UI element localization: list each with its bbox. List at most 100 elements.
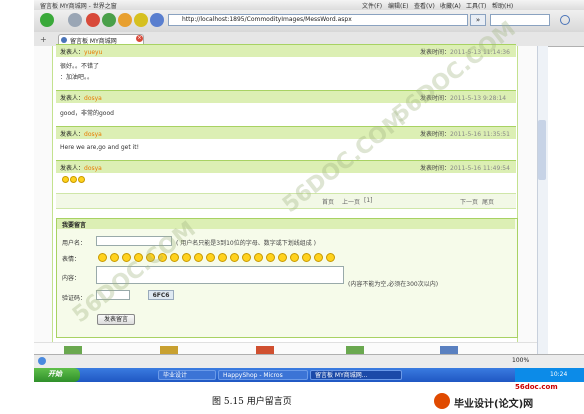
taskbar-item[interactable]: 毕业设计 (158, 370, 216, 380)
message-text: ：加油吧。。 (60, 74, 94, 81)
pager-prev[interactable]: 上一页 (342, 197, 360, 206)
page-favicon-icon (61, 37, 67, 43)
author-label: 发表人： (60, 49, 85, 56)
author-name: dosya (84, 95, 102, 102)
submit-message-button[interactable]: 发表留言 (97, 314, 135, 325)
time-label: 发表时间： (420, 49, 451, 56)
message-header: 发表人：dosya 发表时间：2011-5-16 11:35:51 (56, 126, 516, 139)
go-button[interactable]: » (470, 14, 486, 26)
emoji-option-icon[interactable] (218, 253, 227, 262)
pager-bar (56, 193, 516, 209)
emoji-option-icon[interactable] (170, 253, 179, 262)
taskbar-item[interactable]: HappyShop - Micros (218, 370, 308, 380)
category-icon (346, 346, 364, 354)
captcha-input[interactable] (96, 290, 130, 300)
emoji-option-icon[interactable] (254, 253, 263, 262)
author-label: 发表人： (60, 131, 85, 138)
emoji-option-icon[interactable] (302, 253, 311, 262)
smiley-icon (78, 176, 85, 183)
form-header (57, 219, 515, 229)
emoji-option-icon[interactable] (158, 253, 167, 262)
windows-taskbar (34, 368, 584, 382)
site-watermark-tag: 56doc.com (515, 383, 558, 391)
time-label: 发表时间： (420, 95, 451, 102)
category-icon (64, 346, 82, 354)
clock: 10:24 (550, 371, 568, 378)
username-hint: ( 用户名只能是3到10位的字母、数字或下划线组成 ) (176, 240, 316, 247)
emoji-option-icon[interactable] (290, 253, 299, 262)
back-icon[interactable] (40, 13, 54, 27)
category-icon (440, 346, 458, 354)
zoom-level[interactable]: 100% (512, 357, 529, 364)
brand-name: 毕业设计(论文)网 (454, 399, 534, 410)
form-title: 我要留言 (62, 222, 87, 229)
content-hint: (内容不能为空,必须在300次以内) (348, 281, 439, 288)
emoji-option-icon[interactable] (314, 253, 323, 262)
search-input[interactable] (490, 14, 550, 26)
username-input[interactable] (96, 236, 172, 246)
emoji-option-icon[interactable] (266, 253, 275, 262)
home-icon[interactable] (118, 13, 132, 27)
emoji-option-icon[interactable] (206, 253, 215, 262)
emoji-option-icon[interactable] (110, 253, 119, 262)
start-button[interactable]: 开始 (34, 368, 80, 382)
emoji-option-icon[interactable] (122, 253, 131, 262)
author-name: dosya (84, 131, 102, 138)
forward-icon[interactable] (68, 13, 82, 27)
captcha-label: 验证码： (62, 295, 87, 302)
smiley-icon (70, 176, 77, 183)
close-tab-icon[interactable]: × (136, 35, 143, 42)
pager-current: [1] (364, 197, 373, 204)
emoji-option-icon[interactable] (278, 253, 287, 262)
pager-next[interactable]: 下一页 (460, 197, 478, 206)
message-text: good，非常的good (60, 110, 114, 117)
page-icon[interactable] (150, 13, 164, 27)
brand-logo-icon (434, 393, 450, 409)
message-text: Here we are,go and get it! (60, 144, 140, 151)
new-tab-icon[interactable]: + (40, 35, 47, 44)
time-label: 发表时间： (420, 131, 451, 138)
scrollbar-thumb[interactable] (538, 120, 546, 180)
emoji-option-icon[interactable] (98, 253, 107, 262)
content-textarea[interactable] (96, 266, 344, 284)
menu-favorites[interactable]: 收藏(A) (440, 1, 461, 10)
author-name: dosya (84, 165, 102, 172)
search-icon[interactable] (560, 15, 570, 25)
post-time: 2011-5-16 11:35:51 (450, 131, 510, 138)
menu-tools[interactable]: 工具(T) (466, 1, 486, 10)
vertical-scrollbar[interactable] (537, 46, 548, 354)
figure-caption: 图 5.15 用户留言页 (212, 397, 292, 407)
post-time: 2011-5-13 11:14:36 (450, 49, 510, 56)
author-name: yueyu (84, 49, 103, 56)
author-label: 发表人： (60, 165, 85, 172)
stop-icon[interactable] (86, 13, 100, 27)
menu-file[interactable]: 文件(F) (362, 1, 382, 10)
content-label: 内容： (62, 275, 81, 282)
window-title: 留言板 MY商城网 - 世界之窗 (40, 3, 117, 10)
username-label: 用户名： (62, 240, 87, 247)
refresh-icon[interactable] (102, 13, 116, 27)
time-label: 发表时间： (420, 165, 451, 172)
taskbar-item-active[interactable]: 留言板 MY商城网... (310, 370, 402, 380)
message-header: 发表人：dosya 发表时间：2011-5-16 11:49:54 (56, 160, 516, 173)
emoji-option-icon[interactable] (194, 253, 203, 262)
message-header: 发表人：dosya 发表时间：2011-5-13 9:28:14 (56, 90, 516, 103)
emoji-option-icon[interactable] (242, 253, 251, 262)
captcha-image[interactable]: 6FC6 (148, 290, 174, 300)
emoji-option-icon[interactable] (146, 253, 155, 262)
pager-first[interactable]: 首页 (322, 197, 334, 206)
message-header: 发表人：yueyu 发表时间：2011-5-13 11:14:36 (56, 44, 516, 57)
status-bar (34, 354, 584, 369)
emoji-option-icon[interactable] (182, 253, 191, 262)
menu-edit[interactable]: 编辑(E) (388, 1, 408, 10)
emoji-label: 表情： (62, 256, 81, 263)
pager-last[interactable]: 尾页 (482, 197, 494, 206)
emoji-option-icon[interactable] (326, 253, 335, 262)
emoji-option-icon[interactable] (230, 253, 239, 262)
menu-view[interactable]: 查看(V) (414, 1, 435, 10)
smiley-icon (62, 176, 69, 183)
favorites-icon[interactable] (134, 13, 148, 27)
category-icon (256, 346, 274, 354)
emoji-option-icon[interactable] (134, 253, 143, 262)
menu-help[interactable]: 帮助(H) (492, 1, 513, 10)
